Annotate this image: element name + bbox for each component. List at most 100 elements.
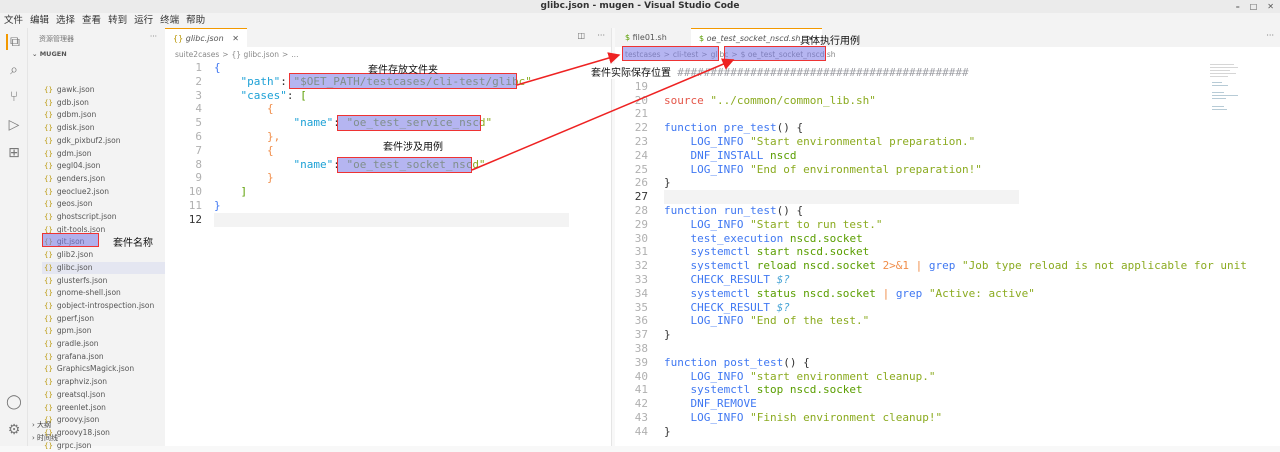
file-item[interactable]: {} gawk.json xyxy=(42,84,165,97)
menu-item[interactable]: 编辑 xyxy=(30,13,49,28)
code-line[interactable]: ] xyxy=(214,185,248,199)
menu-item[interactable]: 查看 xyxy=(82,13,101,28)
code-line[interactable] xyxy=(214,212,569,227)
file-item[interactable]: {} ghostscript.json xyxy=(42,211,165,224)
file-item[interactable]: {} gpm.json xyxy=(42,325,165,338)
breadcrumb: suite2cases >{} glibc.json >... xyxy=(175,47,301,62)
file-item[interactable]: {} gradle.json xyxy=(42,338,165,351)
file-item[interactable]: {} groovy18.json xyxy=(42,427,165,440)
code-line[interactable]: LOG_INFO "Finish environment cleanup!" xyxy=(664,411,942,425)
breadcrumb-item[interactable]: suite2cases xyxy=(175,50,219,59)
folder-root[interactable]: ⌄ MUGEN xyxy=(32,50,67,58)
tab-glibc-json[interactable]: {} glibc.json ✕ xyxy=(165,28,247,47)
code-line[interactable]: CHECK_RESULT $? xyxy=(664,301,789,315)
explorer-icon[interactable]: ⧉ xyxy=(6,34,22,50)
file-item[interactable]: {} gdb.json xyxy=(42,97,165,110)
maximize-button[interactable]: □ xyxy=(1250,0,1258,13)
code-line[interactable]: systemctl status nscd.socket | grep "Act… xyxy=(664,287,1034,301)
outline-section[interactable]: › 大纲 xyxy=(32,420,51,430)
code-line[interactable]: }, xyxy=(214,130,280,144)
file-item[interactable]: {} genders.json xyxy=(42,173,165,186)
more-actions-button[interactable]: ··· xyxy=(150,32,157,41)
code-line[interactable]: systemctl reload nscd.socket 2>&1 | grep… xyxy=(664,259,1246,273)
code-line[interactable]: } xyxy=(664,176,671,190)
file-item[interactable]: {} gdk_pixbuf2.json xyxy=(42,135,165,148)
tab-file01-sh[interactable]: $ file01.sh xyxy=(617,28,675,47)
code-line[interactable] xyxy=(664,190,1019,204)
code-line[interactable]: LOG_INFO "Start to run test." xyxy=(664,218,882,232)
code-line[interactable]: { xyxy=(214,144,274,158)
code-line[interactable]: CHECK_RESULT $? xyxy=(664,273,789,287)
line-number: 21 xyxy=(634,107,648,121)
code-line[interactable]: DNF_INSTALL nscd xyxy=(664,149,796,163)
code-line[interactable]: source "../common/common_lib.sh" xyxy=(664,94,876,108)
code-line[interactable]: { xyxy=(214,61,221,75)
suite-file-highlight xyxy=(42,233,99,247)
menu-item[interactable]: 运行 xyxy=(134,13,153,28)
file-item[interactable]: {} graphviz.json xyxy=(42,376,165,389)
file-item[interactable]: {} greenlet.json xyxy=(42,402,165,415)
code-token: function xyxy=(664,204,724,217)
editor-more-button[interactable]: ··· xyxy=(1266,31,1274,40)
account-icon[interactable]: ◯ xyxy=(6,394,22,410)
code-line[interactable]: } xyxy=(664,328,671,342)
menu-item[interactable]: 帮助 xyxy=(186,13,205,28)
breadcrumb-item[interactable]: {} glibc.json xyxy=(232,50,279,59)
code-line[interactable]: DNF_REMOVE xyxy=(664,397,756,411)
code-line[interactable]: } xyxy=(214,171,274,185)
file-item[interactable]: {} glusterfs.json xyxy=(42,275,165,288)
file-item[interactable]: {} gegl04.json xyxy=(42,160,165,173)
run-debug-icon[interactable]: ▷ xyxy=(6,117,22,133)
code-line[interactable]: } xyxy=(664,425,671,439)
file-item[interactable]: {} grafana.json xyxy=(42,351,165,364)
code-line[interactable]: systemctl stop nscd.socket xyxy=(664,383,862,397)
code-token: } xyxy=(664,424,671,438)
file-item[interactable]: {} gobject-introspection.json xyxy=(42,300,165,313)
search-icon[interactable]: ⌕ xyxy=(6,62,22,78)
breadcrumb-item[interactable]: ... xyxy=(291,50,298,59)
close-tab-icon[interactable]: ✕ xyxy=(232,34,239,43)
file-item[interactable]: {} GraphicsMagick.json xyxy=(42,363,165,376)
code-line[interactable]: } xyxy=(214,199,221,213)
code-line[interactable]: test_execution nscd.socket xyxy=(664,232,862,246)
menu-item[interactable]: 终端 xyxy=(160,13,179,28)
code-line[interactable]: function pre_test() { xyxy=(664,121,803,135)
file-item[interactable]: {} geoclue2.json xyxy=(42,186,165,199)
file-item[interactable]: {} geos.json xyxy=(42,198,165,211)
code-line[interactable]: LOG_INFO "End of the test." xyxy=(664,314,869,328)
file-item[interactable]: {} gdm.json xyxy=(42,148,165,161)
code-line[interactable]: # ######################################… xyxy=(664,66,969,80)
file-item[interactable]: {} gdbm.json xyxy=(42,109,165,122)
menu-item[interactable]: 文件 xyxy=(4,13,23,28)
json-file-icon: {} xyxy=(44,327,53,336)
json-file-icon: {} xyxy=(44,314,53,323)
file-item[interactable]: {} glibc.json xyxy=(42,261,165,275)
code-line[interactable]: function post_test() { xyxy=(664,356,810,370)
file-item[interactable]: {} gdisk.json xyxy=(42,122,165,135)
code-line[interactable]: LOG_INFO "start environment cleanup." xyxy=(664,370,935,384)
code-line[interactable]: LOG_INFO "Start environmental preparatio… xyxy=(664,135,975,149)
split-editor-icon[interactable]: ◫ xyxy=(577,31,585,40)
file-item[interactable]: {} gnome-shell.json xyxy=(42,287,165,300)
extensions-icon[interactable]: ⊞ xyxy=(6,145,22,161)
minimize-button[interactable]: – xyxy=(1236,0,1240,13)
file-item[interactable]: {} groovy.json xyxy=(42,414,165,427)
settings-gear-icon[interactable]: ⚙ xyxy=(6,422,22,438)
close-window-button[interactable]: ✕ xyxy=(1267,0,1274,13)
editor-more-button[interactable]: ··· xyxy=(597,31,605,40)
code-line[interactable]: "cases": [ xyxy=(214,89,307,103)
menu-item[interactable]: 转到 xyxy=(108,13,127,28)
code-line[interactable]: systemctl start nscd.socket xyxy=(664,245,869,259)
menu-item[interactable]: 选择 xyxy=(56,13,75,28)
timeline-section[interactable]: › 时间线 xyxy=(32,433,58,443)
code-line[interactable]: { xyxy=(214,102,274,116)
file-item[interactable]: {} glib2.json xyxy=(42,249,165,262)
file-item[interactable]: {} gperf.json xyxy=(42,313,165,326)
source-control-icon[interactable]: ⑂ xyxy=(6,89,22,105)
code-line[interactable]: LOG_INFO "End of environmental preparati… xyxy=(664,163,981,177)
code-token: post_test xyxy=(723,355,784,369)
minimap[interactable] xyxy=(1210,62,1240,122)
code-line[interactable]: function run_test() { xyxy=(664,204,803,218)
file-item[interactable]: {} greatsql.json xyxy=(42,389,165,402)
